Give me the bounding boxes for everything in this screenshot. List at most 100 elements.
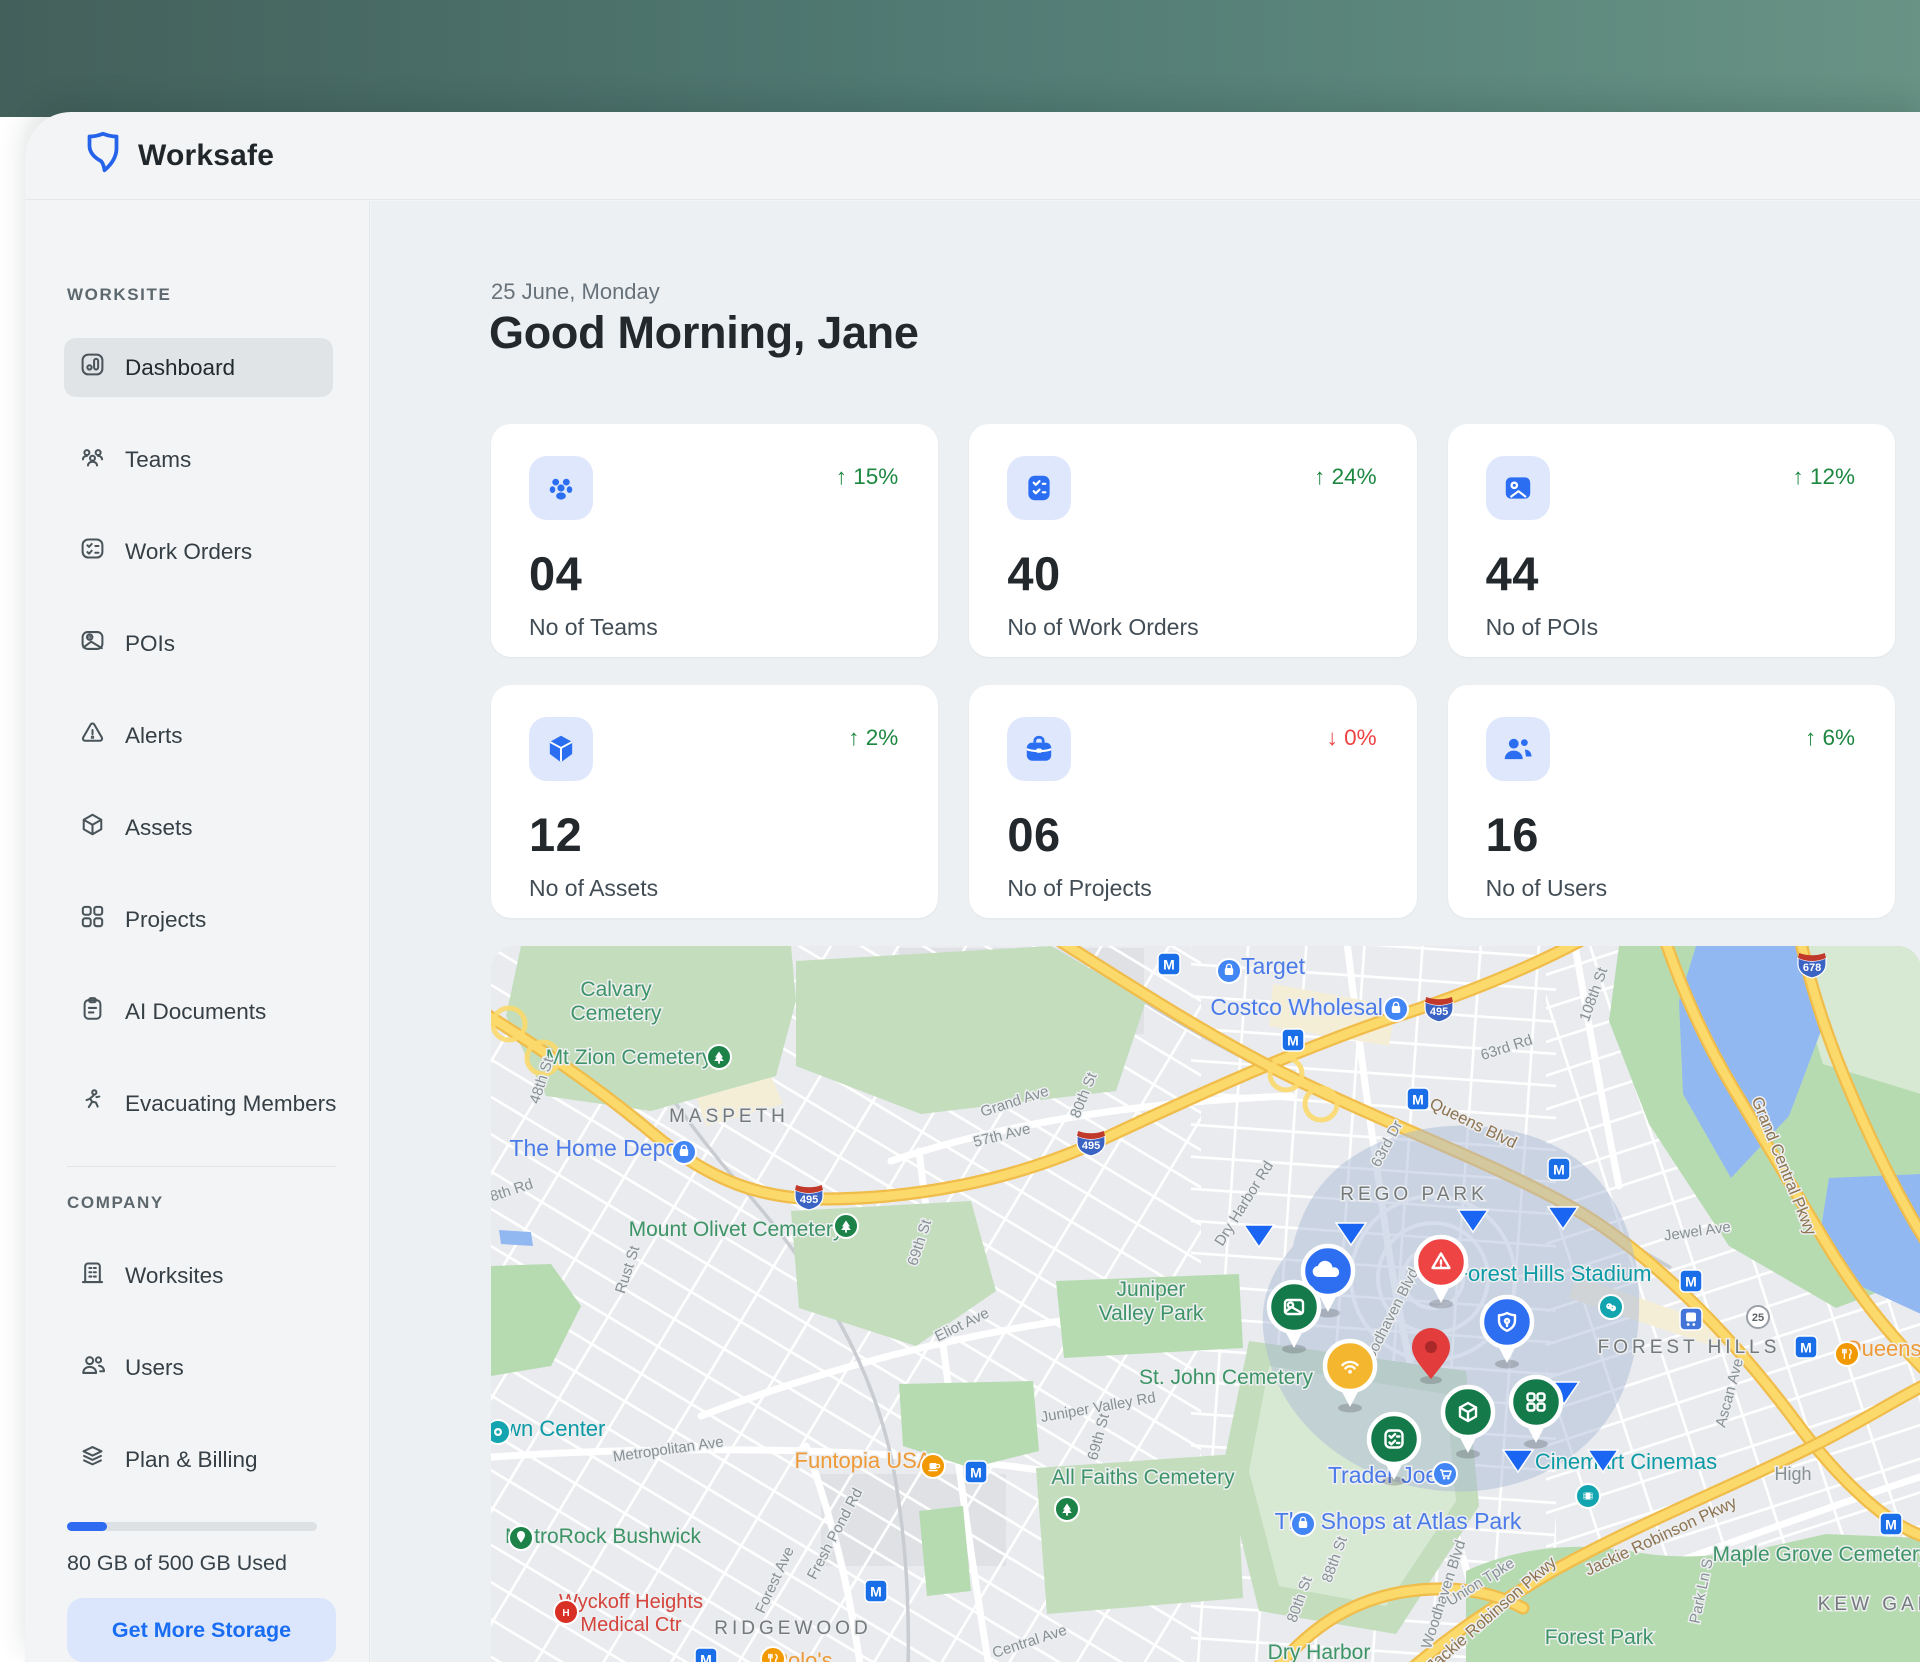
app-title: Worksafe — [138, 139, 274, 173]
sidebar-item-teams[interactable]: Teams — [64, 430, 333, 489]
stat-delta: ↑ 6% — [1805, 725, 1855, 751]
svg-text:M: M — [1163, 957, 1175, 973]
cinemart-pin[interactable] — [1576, 1484, 1600, 1509]
stat-value: 12 — [529, 807, 582, 862]
sidebar-divider — [67, 1166, 336, 1167]
users-icon — [79, 1351, 106, 1384]
metro-station-badge[interactable]: M — [1880, 1513, 1902, 1535]
sidebar-item-dashboard[interactable]: Dashboard — [64, 338, 333, 397]
svg-text:678: 678 — [1803, 962, 1821, 974]
metro-station-badge[interactable]: M — [865, 1580, 887, 1602]
projects-stat-icon — [1007, 717, 1071, 781]
metro-station-badge[interactable]: M — [1158, 953, 1180, 975]
sidebar-item-label: Work Orders — [125, 539, 252, 565]
sidebar-item-users[interactable]: Users — [64, 1338, 333, 1397]
atlas-park-pin[interactable] — [1291, 1512, 1315, 1537]
wyckoff-hospital-pin[interactable]: H — [554, 1600, 578, 1625]
svg-text:M: M — [970, 1465, 982, 1481]
svg-text:M: M — [870, 1584, 882, 1600]
sidebar-item-work-orders[interactable]: Work Orders — [64, 522, 333, 581]
worksafe-logo-icon — [83, 130, 123, 181]
assets-icon — [79, 811, 106, 844]
main-content: 25 June, Monday Good Morning, Jane ↑ 15%… — [371, 201, 1920, 1662]
stat-card-users: ↑ 6% 16 No of Users — [1448, 685, 1895, 918]
route-shield-25: 25 — [1747, 1306, 1769, 1328]
metro-station-badge[interactable]: M — [1282, 1029, 1304, 1051]
map-label: KEW GARDENS — [1818, 1594, 1920, 1615]
work-orders-icon — [79, 535, 106, 568]
rail-station-badge[interactable] — [1680, 1308, 1702, 1330]
map-label: Mount Olivet Cemetery — [629, 1218, 844, 1241]
costco-pin[interactable] — [1384, 997, 1408, 1022]
sidebar-item-label: AI Documents — [125, 999, 266, 1025]
mt-zion-pin[interactable] — [707, 1045, 731, 1070]
stat-label: No of Work Orders — [1007, 614, 1198, 641]
svg-text:495: 495 — [800, 1194, 818, 1206]
metro-station-badge[interactable]: M — [1548, 1158, 1570, 1180]
plan-billing-icon — [79, 1443, 106, 1476]
stat-delta: ↑ 12% — [1792, 464, 1855, 490]
svg-text:M: M — [1412, 1092, 1424, 1108]
map-label: St. John Cemetery — [1139, 1366, 1313, 1389]
mount-olivet-pin[interactable] — [834, 1214, 858, 1239]
home-depot-pin[interactable] — [672, 1140, 696, 1165]
metro-station-badge[interactable]: M — [1407, 1088, 1429, 1110]
stat-card-teams: ↑ 15% 04 No of Teams — [491, 424, 938, 657]
svg-text:M: M — [700, 1652, 712, 1662]
ai-documents-icon — [79, 995, 106, 1028]
sidebar-item-alerts[interactable]: Alerts — [64, 706, 333, 765]
get-more-storage-button[interactable]: Get More Storage — [67, 1598, 336, 1662]
svg-text:M: M — [1800, 1340, 1812, 1356]
pois-stat-icon — [1486, 456, 1550, 520]
metrorock-pin[interactable] — [509, 1526, 533, 1551]
sidebar-item-projects[interactable]: Projects — [64, 890, 333, 949]
metro-station-badge[interactable]: M — [1795, 1336, 1817, 1358]
pois-icon — [79, 627, 106, 660]
svg-text:M: M — [1287, 1033, 1299, 1049]
sidebar-item-label: Evacuating Members — [125, 1091, 336, 1117]
stat-value: 40 — [1007, 546, 1060, 601]
metro-station-badge[interactable]: M — [1680, 1270, 1702, 1292]
svg-text:495: 495 — [1430, 1006, 1448, 1018]
metro-station-badge[interactable]: M — [695, 1648, 717, 1662]
metro-station-badge[interactable]: M — [965, 1461, 987, 1483]
map-label: CalvaryCemetery — [570, 978, 662, 1025]
map-label: All Faiths Cemetery — [1051, 1466, 1235, 1489]
map-label: Mt Zion Cemetery — [546, 1046, 713, 1069]
all-faiths-pin[interactable] — [1055, 1497, 1079, 1522]
queens-restaurant-pin[interactable] — [1835, 1342, 1859, 1367]
stat-card-pois: ↑ 12% 44 No of POIs — [1448, 424, 1895, 657]
stat-delta: ↑ 2% — [848, 725, 898, 751]
trader-joes-pin[interactable] — [1433, 1462, 1457, 1487]
map-svg: MASPETHREGO PARKFOREST HILLSRIDGEWOODKEW… — [491, 946, 1920, 1662]
app-window: Worksafe WORKSITE Dashboard Teams Work O… — [25, 112, 1920, 1662]
sidebar-item-worksites[interactable]: Worksites — [64, 1246, 333, 1305]
map-label: Target — [1241, 953, 1306, 979]
storage-progress-fill — [67, 1522, 107, 1531]
dashboard-icon — [79, 351, 106, 384]
stadium-pin[interactable] — [1599, 1295, 1623, 1320]
sidebar-item-ai-documents[interactable]: AI Documents — [64, 982, 333, 1041]
worksites-icon — [79, 1259, 106, 1292]
map-label: Forest Hills Stadium — [1455, 1261, 1652, 1286]
sidebar-item-label: Teams — [125, 447, 191, 473]
sidebar: WORKSITE Dashboard Teams Work Orders POI… — [25, 201, 370, 1662]
storage-progress-bar — [67, 1522, 317, 1531]
funtopia-pin[interactable] — [921, 1454, 945, 1479]
stat-card-assets: ↑ 2% 12 No of Assets — [491, 685, 938, 918]
target-pin[interactable] — [1217, 959, 1241, 984]
sidebar-item-assets[interactable]: Assets — [64, 798, 333, 857]
sidebar-item-pois[interactable]: POIs — [64, 614, 333, 673]
polos-pin[interactable] — [761, 1647, 785, 1662]
sidebar-item-label: Worksites — [125, 1263, 223, 1289]
evacuating-members-icon — [79, 1087, 106, 1120]
map-label: High — [1774, 1464, 1811, 1484]
sidebar-item-label: Projects — [125, 907, 206, 933]
map-canvas[interactable]: MASPETHREGO PARKFOREST HILLSRIDGEWOODKEW… — [491, 946, 1920, 1662]
users-stat-icon — [1486, 717, 1550, 781]
map-label: REGO PARK — [1340, 1184, 1488, 1205]
teams-icon — [79, 443, 106, 476]
sidebar-item-plan-billing[interactable]: Plan & Billing — [64, 1430, 333, 1489]
stat-label: No of Projects — [1007, 875, 1151, 902]
sidebar-item-evacuating-members[interactable]: Evacuating Members — [64, 1074, 333, 1133]
